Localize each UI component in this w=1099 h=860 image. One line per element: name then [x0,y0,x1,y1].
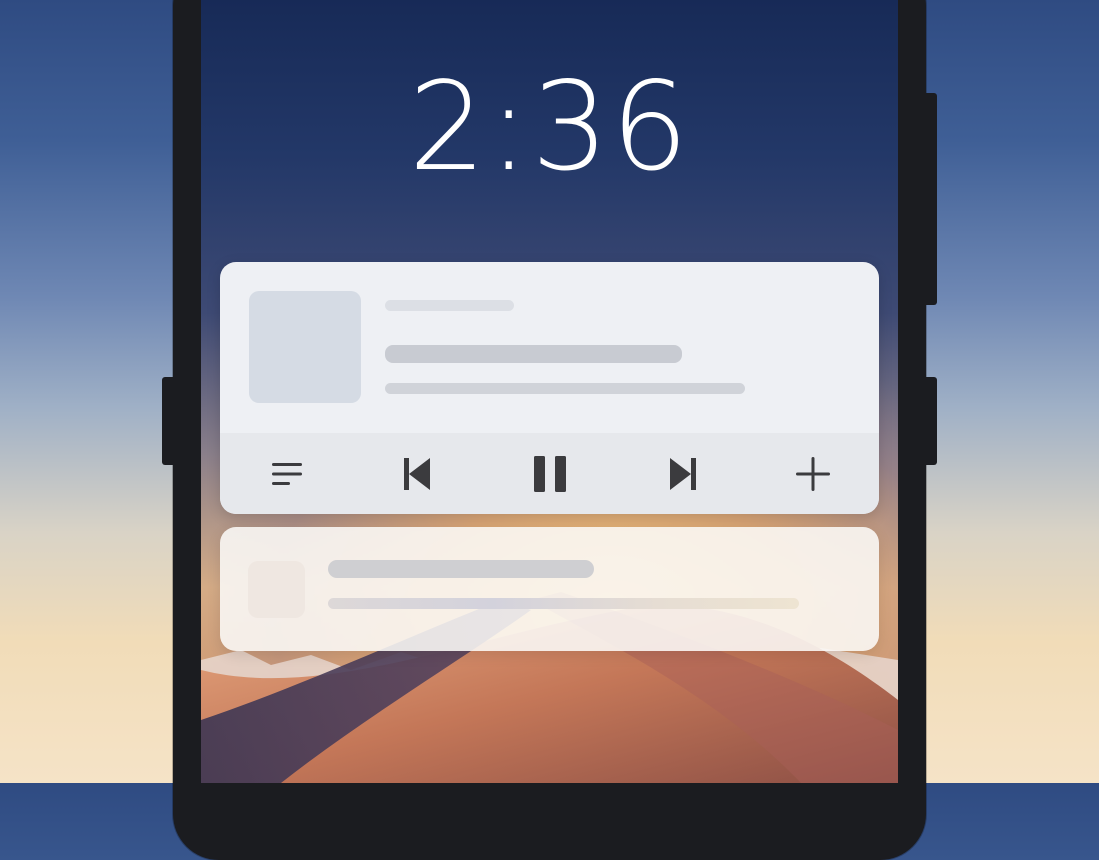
media-notification-card[interactable] [220,262,879,514]
next-track-button[interactable] [658,449,708,499]
previous-track-button[interactable] [392,449,442,499]
plus-icon [796,457,830,491]
skip-previous-icon [404,458,430,490]
phone-volume-button [925,93,937,305]
phone-side-button-left [162,377,174,465]
album-art-placeholder [249,291,361,403]
phone-power-button [925,377,937,465]
queue-button[interactable] [262,449,312,499]
lock-screen: 2:36 [201,0,898,783]
artist-name-placeholder [385,383,745,394]
app-name-placeholder [385,300,514,311]
notification-app-icon-placeholder [248,561,305,618]
list-icon [272,463,302,485]
pause-icon [534,456,566,492]
lock-screen-clock: 2:36 [408,56,691,198]
add-to-playlist-button[interactable] [788,449,838,499]
pause-button[interactable] [525,449,575,499]
notification-title-placeholder [328,560,594,578]
media-controls-bar [220,433,879,514]
track-title-placeholder [385,345,682,363]
skip-next-icon [670,458,696,490]
notification-card[interactable] [220,527,879,651]
notification-body-placeholder [328,598,799,609]
